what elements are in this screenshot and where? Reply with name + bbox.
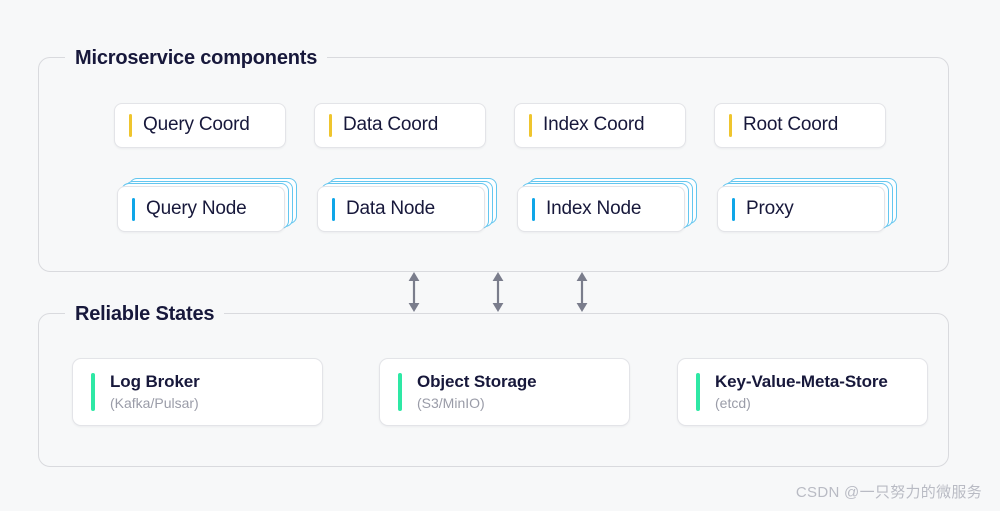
card-key-value-meta-store[interactable]: Key-Value-Meta-Store (etcd) xyxy=(677,358,928,426)
accent-bar-yellow xyxy=(329,114,332,137)
card-stack-proxy[interactable]: Proxy xyxy=(717,178,897,232)
panel-microservice-components: Microservice components xyxy=(38,45,949,272)
accent-bar-blue xyxy=(532,197,535,221)
accent-bar-yellow xyxy=(129,114,132,137)
card-title-key-value-meta-store: Key-Value-Meta-Store xyxy=(715,372,888,391)
card-data-node[interactable]: Data Node xyxy=(317,186,485,232)
card-proxy[interactable]: Proxy xyxy=(717,186,885,232)
card-log-broker[interactable]: Log Broker (Kafka/Pulsar) xyxy=(72,358,323,426)
arrow-bidirectional-1 xyxy=(405,272,423,312)
diagram-canvas: Microservice components Query Coord Data… xyxy=(0,0,1000,511)
card-data-coord[interactable]: Data Coord xyxy=(314,103,486,148)
card-index-node[interactable]: Index Node xyxy=(517,186,685,232)
accent-bar-blue xyxy=(732,197,735,221)
accent-bar-yellow xyxy=(729,114,732,137)
card-label-index-node: Index Node xyxy=(546,197,642,219)
card-root-coord[interactable]: Root Coord xyxy=(714,103,886,148)
card-stack-data-node[interactable]: Data Node xyxy=(317,178,497,232)
card-query-coord[interactable]: Query Coord xyxy=(114,103,286,148)
panel-title-reliable-states: Reliable States xyxy=(65,301,225,327)
card-label-index-coord: Index Coord xyxy=(543,114,645,136)
state-card-text: Object Storage (S3/MinIO) xyxy=(417,371,537,413)
arrow-bidirectional-2 xyxy=(489,272,507,312)
accent-bar-green xyxy=(91,373,95,411)
panel-title-microservice-components: Microservice components xyxy=(65,45,328,71)
watermark-text: CSDN @一只努力的微服务 xyxy=(795,484,982,501)
accent-bar-yellow xyxy=(529,114,532,137)
card-label-data-coord: Data Coord xyxy=(343,114,439,136)
card-query-node[interactable]: Query Node xyxy=(117,186,285,232)
card-label-root-coord: Root Coord xyxy=(743,114,839,136)
card-index-coord[interactable]: Index Coord xyxy=(514,103,686,148)
card-object-storage[interactable]: Object Storage (S3/MinIO) xyxy=(379,358,630,426)
accent-bar-green xyxy=(696,373,700,411)
card-label-query-coord: Query Coord xyxy=(143,114,250,136)
card-label-proxy: Proxy xyxy=(746,197,794,219)
card-subtitle-log-broker: (Kafka/Pulsar) xyxy=(110,395,199,411)
card-stack-query-node[interactable]: Query Node xyxy=(117,178,297,232)
state-card-text: Key-Value-Meta-Store (etcd) xyxy=(715,371,888,413)
accent-bar-blue xyxy=(332,197,335,221)
card-label-query-node: Query Node xyxy=(146,197,247,219)
card-title-log-broker: Log Broker xyxy=(110,372,200,391)
card-subtitle-object-storage: (S3/MinIO) xyxy=(417,395,485,411)
state-card-text: Log Broker (Kafka/Pulsar) xyxy=(110,371,200,413)
card-title-object-storage: Object Storage xyxy=(417,372,537,391)
accent-bar-green xyxy=(398,373,402,411)
card-label-data-node: Data Node xyxy=(346,197,436,219)
card-stack-index-node[interactable]: Index Node xyxy=(517,178,697,232)
accent-bar-blue xyxy=(132,197,135,221)
card-subtitle-key-value-meta-store: (etcd) xyxy=(715,395,751,411)
arrow-bidirectional-3 xyxy=(573,272,591,312)
